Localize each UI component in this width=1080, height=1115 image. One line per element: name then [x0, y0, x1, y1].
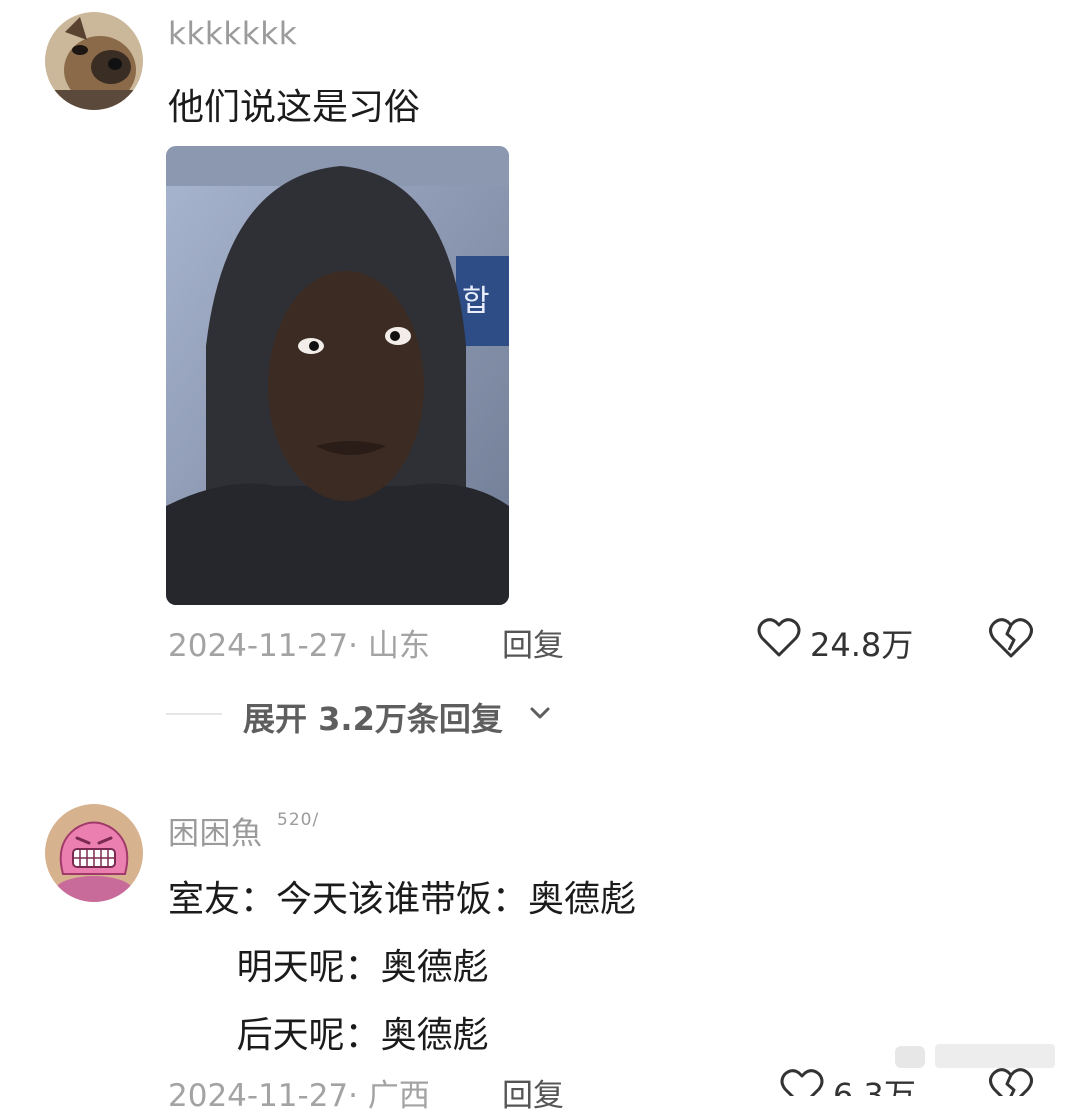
chevron-down-icon: [530, 707, 550, 719]
heart-icon: [780, 1069, 824, 1096]
user-avatar[interactable]: [45, 804, 143, 902]
comment-text-line: 后天呢：奥德彪: [168, 1015, 489, 1056]
person-photo-icon: 합: [166, 146, 509, 605]
svg-text:합: 합: [462, 284, 490, 319]
dislike-button[interactable]: [988, 616, 1034, 660]
reply-button[interactable]: 回复: [502, 620, 564, 665]
comment-text-line: 明天呢：奥德彪: [168, 947, 489, 988]
like-count: 24.8万: [810, 626, 914, 664]
dog-avatar-icon: [45, 12, 143, 110]
username[interactable]: kkkkkkk: [168, 16, 297, 52]
expand-replies-button[interactable]: 展开 3.2万条回复: [243, 692, 563, 738]
like-button[interactable]: 24.8万: [757, 616, 927, 664]
comment-image[interactable]: 합: [166, 146, 509, 605]
cartoon-avatar-icon: [45, 804, 143, 902]
expand-replies-label: 展开 3.2万条回复: [243, 700, 503, 738]
reply-button[interactable]: 回复: [502, 1070, 564, 1115]
heart-icon: [757, 618, 801, 657]
comment-text-line: 室友：今天该谁带饭：奥德彪: [168, 879, 637, 920]
watermark-icon: [895, 1044, 1055, 1068]
comment-date-location: 2024-11-27· 广西: [168, 1078, 430, 1114]
broken-heart-icon: [989, 618, 1033, 658]
divider: [166, 713, 222, 715]
user-avatar[interactable]: [45, 12, 143, 110]
username[interactable]: 困困魚: [168, 808, 263, 853]
user-badge: 520/: [277, 810, 320, 830]
comment-text: 他们说这是习俗: [168, 87, 421, 128]
comment-date-location: 2024-11-27· 山东: [168, 628, 430, 664]
